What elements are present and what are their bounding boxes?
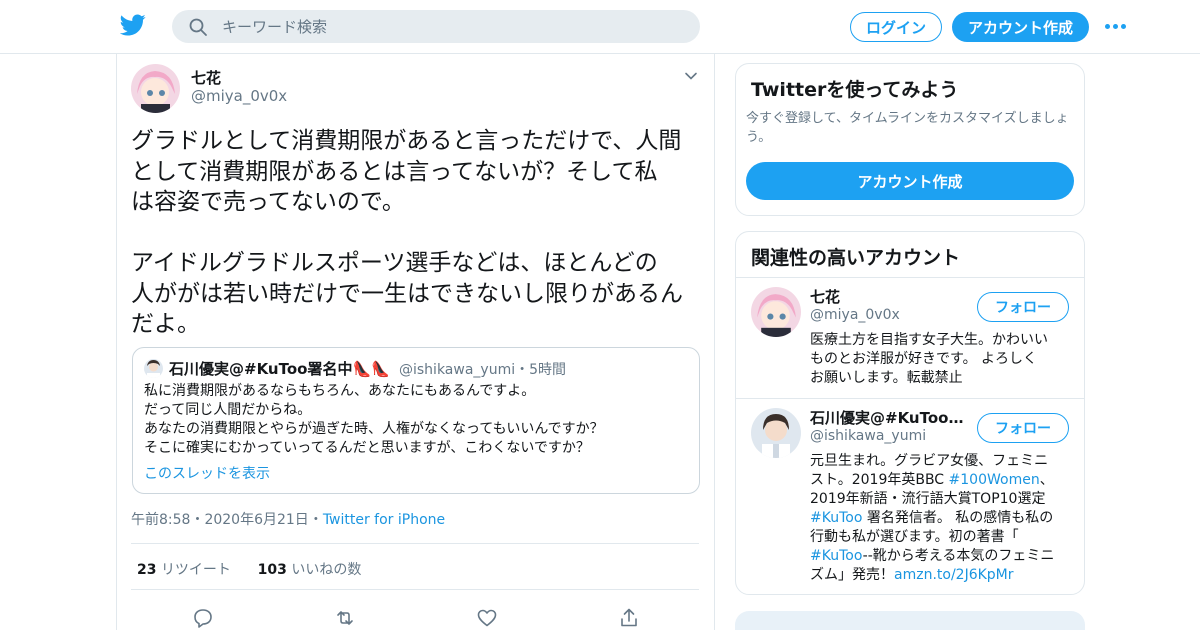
trends-card	[735, 611, 1085, 630]
signup-prompt-card: Twitterを使ってみよう 今すぐ登録して、タイムラインをカスタマイズしましょ…	[735, 63, 1085, 216]
like-label[interactable]: いいねの数	[291, 562, 361, 578]
retweet-icon[interactable]	[334, 607, 356, 629]
card-title: Twitterを使ってみよう	[751, 79, 959, 101]
quoted-author-handle[interactable]: @ishikawa_yumi・5時間	[399, 359, 566, 379]
avatar[interactable]	[144, 359, 163, 378]
share-icon[interactable]	[618, 607, 640, 629]
card-title: 関連性の高いアカウント	[751, 247, 961, 269]
account-name[interactable]: 石川優実@#KuToo署名中👠👠	[810, 407, 970, 428]
quoted-tweet-text: 私に消費期限があるならもちろん、あなたにもあるんですよ。 だって同じ人間だからね…	[144, 383, 604, 456]
divider	[131, 543, 699, 544]
tweet-source-link[interactable]: Twitter for iPhone	[323, 512, 445, 528]
tweet-stats: 23 リツイート 103 いいねの数	[137, 559, 361, 579]
twitter-logo-icon[interactable]	[120, 12, 146, 38]
search-icon	[189, 18, 207, 36]
create-account-button[interactable]: アカウント作成	[746, 162, 1074, 200]
tweet-actions	[192, 607, 642, 629]
account-handle[interactable]: @miya_0v0x	[810, 307, 900, 323]
login-button[interactable]: ログイン	[850, 12, 942, 42]
author-name[interactable]: 七花	[191, 67, 221, 88]
tweet-date[interactable]: 2020年6月21日	[204, 512, 308, 528]
more-menu-icon[interactable]	[1105, 18, 1131, 34]
card-description: 今すぐ登録して、タイムラインをカスタマイズしましょう。	[746, 111, 1069, 145]
search-input[interactable]	[222, 10, 682, 43]
follow-button[interactable]: フォロー	[977, 292, 1069, 322]
reply-icon[interactable]	[192, 607, 214, 629]
related-accounts-card: 関連性の高いアカウント 七花 @miya_0v0x フォロー 医療土方を目指す女…	[735, 231, 1085, 595]
top-nav: ログイン アカウント作成	[0, 0, 1200, 54]
author-handle[interactable]: @miya_0v0x	[191, 87, 287, 105]
account-bio: 元旦生まれ。グラビア女優、フェミニ スト。2019年英BBC #100Women…	[810, 452, 1070, 585]
retweet-count[interactable]: 23	[137, 562, 156, 578]
separator: ・	[190, 512, 205, 528]
retweet-label[interactable]: リツイート	[161, 562, 231, 578]
related-account[interactable]: 七花 @miya_0v0x フォロー 医療土方を目指す女子大生。かわいい ものと…	[736, 277, 1084, 397]
hashtag-link[interactable]: #100Women	[949, 472, 1040, 488]
like-heart-icon[interactable]	[476, 607, 498, 629]
hashtag-link[interactable]: #KuToo	[810, 510, 862, 526]
avatar[interactable]	[751, 408, 801, 458]
quoted-tweet[interactable]: 石川優実@#KuToo署名中👠👠 @ishikawa_yumi・5時間 私に消費…	[132, 347, 700, 494]
tweet-detail: 七花 @miya_0v0x グラドルとして消費期限があると言っただけで、人間 と…	[116, 54, 715, 630]
signup-button[interactable]: アカウント作成	[952, 12, 1089, 42]
search-bar	[172, 10, 700, 43]
account-bio: 医療土方を目指す女子大生。かわいい ものとお洋服が好きです。 よろしく お願いし…	[810, 332, 1048, 386]
separator: ・	[308, 512, 323, 528]
bio-url-link[interactable]: amzn.to/2J6KpMr	[894, 567, 1014, 583]
avatar[interactable]	[751, 287, 801, 337]
account-handle[interactable]: @ishikawa_yumi	[810, 428, 926, 444]
account-name[interactable]: 七花	[810, 286, 970, 307]
like-count[interactable]: 103	[258, 562, 287, 578]
divider	[131, 589, 699, 590]
hashtag-link[interactable]: #KuToo	[810, 548, 863, 564]
follow-button[interactable]: フォロー	[977, 413, 1069, 443]
tweet-text: グラドルとして消費期限があると言っただけで、人間 として消費期限があるとは言って…	[131, 128, 683, 337]
tweet-timestamp: 午前8:58・2020年6月21日・Twitter for iPhone	[131, 509, 445, 529]
related-account[interactable]: 石川優実@#KuToo署名中👠👠 @ishikawa_yumi フォロー 元旦生…	[736, 398, 1084, 594]
avatar[interactable]	[131, 64, 180, 113]
tweet-time[interactable]: 午前8:58	[131, 512, 190, 528]
quoted-author-name[interactable]: 石川優実@#KuToo署名中👠👠	[169, 358, 390, 379]
chevron-down-icon[interactable]	[683, 68, 699, 84]
show-thread-link[interactable]: このスレッドを表示	[144, 463, 270, 483]
